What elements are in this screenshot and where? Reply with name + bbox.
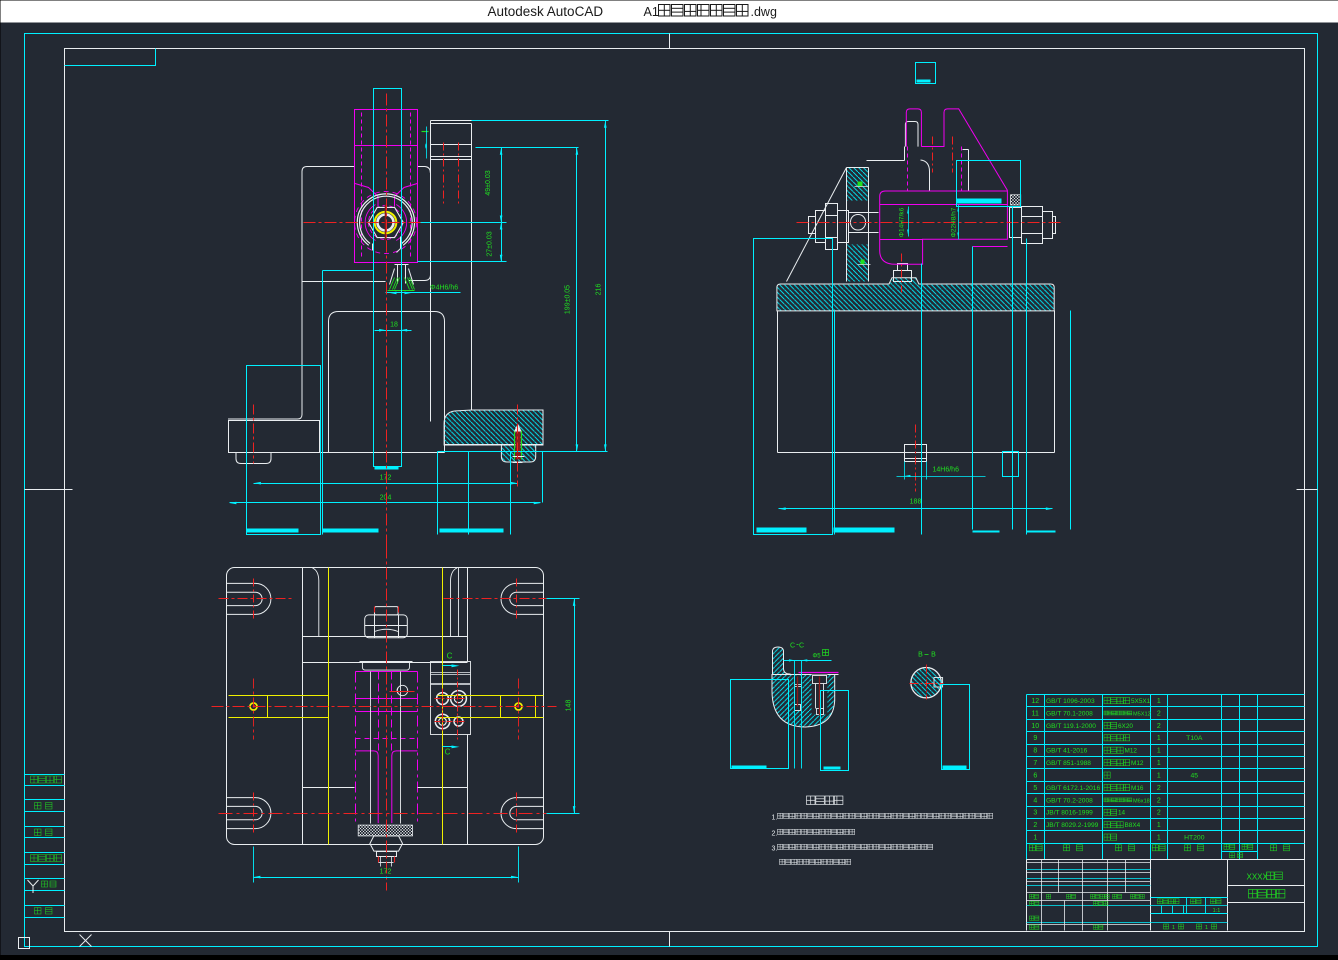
svg-text:GB/T 6172.1-2016: GB/T 6172.1-2016 [1046,785,1100,792]
svg-text:1: 1 [1157,760,1161,767]
svg-text:5: 5 [1033,785,1037,792]
svg-text:B8X4: B8X4 [1125,822,1141,829]
svg-text:6X20: 6X20 [1118,723,1133,730]
svg-text:GB/T 851-1988: GB/T 851-1988 [1046,760,1091,767]
svg-text:HT200: HT200 [1184,835,1205,842]
svg-text:1: 1 [1157,835,1161,842]
svg-text:.dwg: .dwg [751,5,777,19]
svg-text:B: B [931,652,936,659]
svg-text:3: 3 [1033,810,1037,817]
svg-text:2.: 2. [772,831,778,838]
svg-text:216: 216 [596,284,603,296]
svg-text:2: 2 [1157,810,1161,817]
svg-text:M6x18: M6x18 [1133,798,1150,804]
svg-text:148: 148 [566,700,573,712]
svg-text:172: 172 [380,869,392,876]
svg-text:GB/T 70.2-2008: GB/T 70.2-2008 [1046,797,1093,804]
svg-text:2: 2 [1157,785,1161,792]
svg-text:14: 14 [1118,810,1126,817]
svg-text:2: 2 [1157,710,1161,717]
svg-text:1:1: 1:1 [1213,908,1221,914]
svg-text:Φ22H8/h7: Φ22H8/h7 [951,207,958,237]
svg-text:11: 11 [1032,710,1039,717]
svg-text:2: 2 [1033,822,1037,829]
svg-text:1: 1 [1172,925,1175,931]
svg-text:9: 9 [1033,735,1037,742]
svg-text:Φ5: Φ5 [813,654,822,660]
svg-text:Autodesk AutoCAD: Autodesk AutoCAD [488,4,604,19]
svg-text:7: 7 [1033,760,1037,767]
svg-text:1: 1 [1157,772,1161,779]
svg-text:1: 1 [1157,822,1161,829]
svg-text:GB/T 119.1-2000: GB/T 119.1-2000 [1046,723,1096,730]
svg-text:6: 6 [1033,772,1037,779]
svg-text:1: 1 [1157,698,1161,705]
svg-text:C: C [447,652,453,661]
svg-text:18: 18 [390,322,398,329]
svg-text:B: B [918,652,923,659]
svg-text:4: 4 [1033,797,1037,804]
svg-text:1: 1 [1157,748,1161,755]
svg-text:188: 188 [910,499,922,506]
svg-text:Φ14H7/k6: Φ14H7/k6 [899,207,906,237]
svg-text:45: 45 [1191,772,1199,779]
svg-text:XXXX: XXXX [1247,873,1269,882]
svg-text:JB/T 8016-1999: JB/T 8016-1999 [1046,810,1093,817]
svg-text:49±0.03: 49±0.03 [485,170,492,195]
svg-text:C: C [445,748,451,757]
svg-text:5X5X1: 5X5X1 [1131,698,1151,705]
svg-text:1: 1 [1157,735,1161,742]
svg-text:2: 2 [1157,797,1161,804]
svg-text:3.: 3. [772,846,778,853]
svg-text:GB/T 1096-2003: GB/T 1096-2003 [1046,698,1095,705]
svg-text:27±0.03: 27±0.03 [487,231,494,256]
svg-text:14H6/h6: 14H6/h6 [933,467,960,474]
svg-text:C: C [790,643,795,650]
svg-text:12: 12 [1031,698,1039,705]
svg-text:199±0.05: 199±0.05 [564,285,571,314]
svg-text:T10A: T10A [1186,735,1203,742]
svg-text:JB/T 8029.2-1999: JB/T 8029.2-1999 [1046,822,1099,829]
svg-text:8: 8 [1033,748,1037,755]
svg-text:1: 1 [1033,835,1037,842]
svg-text:Φ4H6/h6: Φ4H6/h6 [430,285,458,292]
svg-text:GB/T 41-2016: GB/T 41-2016 [1046,748,1088,755]
svg-text:M12: M12 [1131,760,1144,767]
svg-text:M12: M12 [1125,748,1138,755]
svg-text:172: 172 [380,475,392,482]
svg-text:10: 10 [1031,723,1039,730]
svg-text:204: 204 [380,495,392,502]
svg-text:1: 1 [1205,925,1208,931]
svg-text:GB/T 70.1-2008: GB/T 70.1-2008 [1046,710,1093,717]
svg-text:M5X12: M5X12 [1133,711,1151,717]
svg-text:C: C [799,643,804,650]
svg-text:1.: 1. [772,815,778,822]
svg-text:2: 2 [1157,723,1161,730]
svg-text:A1: A1 [644,5,659,19]
svg-text:M16: M16 [1131,785,1144,792]
